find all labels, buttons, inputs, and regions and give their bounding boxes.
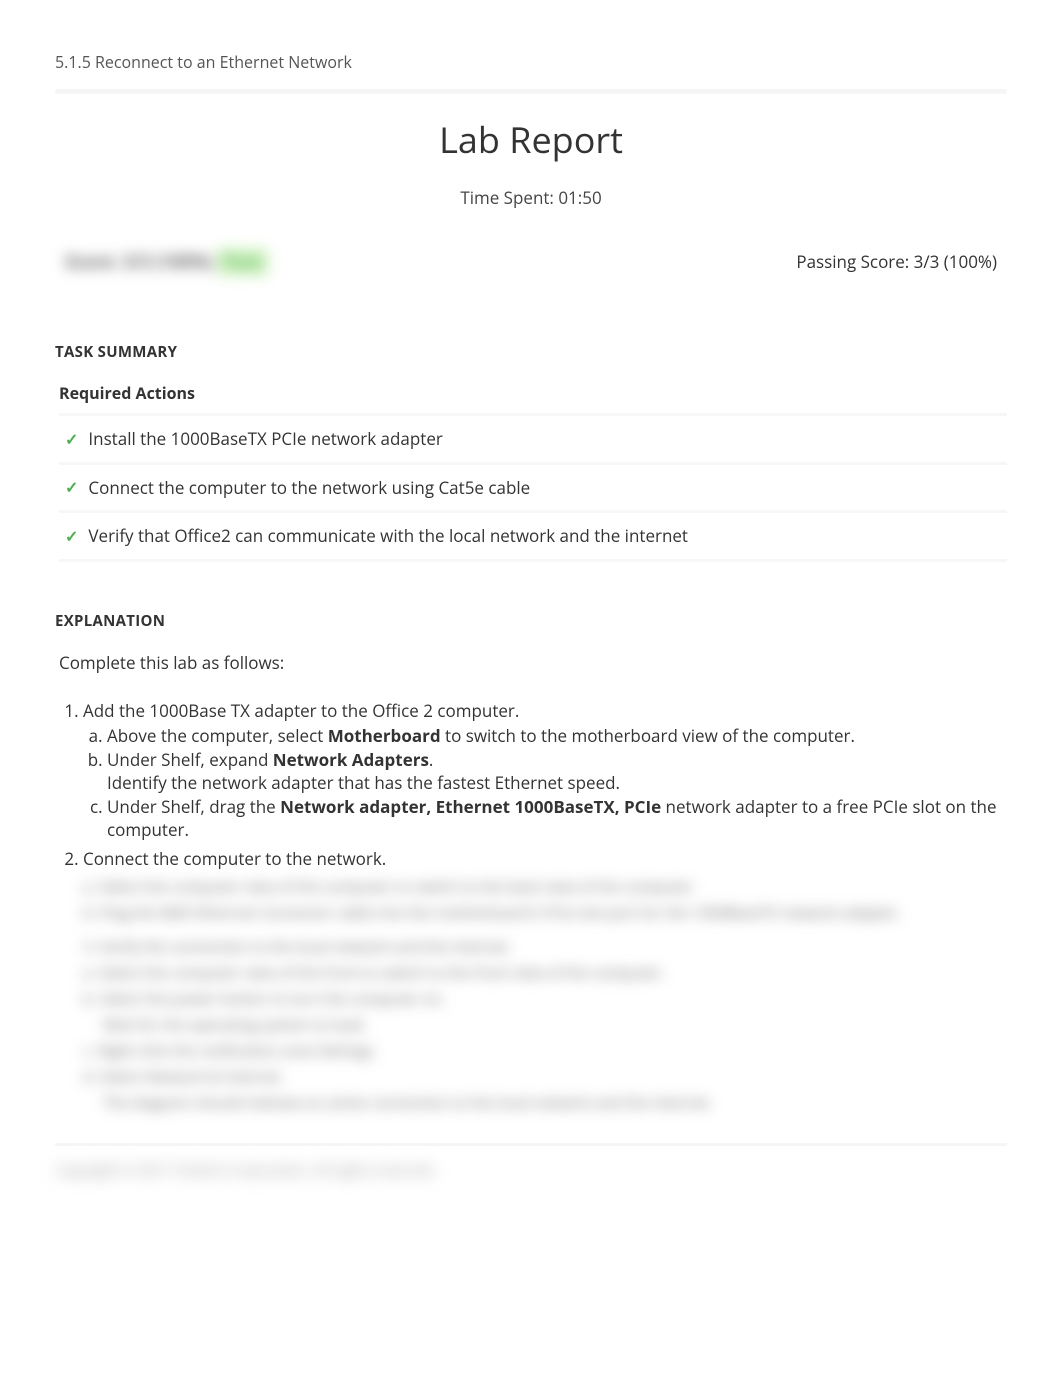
- step-1-substeps: Above the computer, select Motherboard t…: [83, 725, 1007, 842]
- footer-divider: [55, 1143, 1007, 1146]
- time-spent: Time Spent: 01:50: [55, 185, 1007, 211]
- score-hidden: Score: 3/3 (100%) Pass: [65, 249, 268, 276]
- explanation-steps: Add the 1000Base TX adapter to the Offic…: [55, 698, 1007, 872]
- task-list: ✓ Install the 1000BaseTX PCIe network ad…: [55, 413, 1007, 562]
- task-text: Install the 1000BaseTX PCIe network adap…: [88, 426, 442, 452]
- explanation-header: EXPLANATION: [55, 610, 1007, 633]
- substep: Under Shelf, expand Network Adapters. Id…: [107, 749, 1007, 795]
- divider: [55, 89, 1007, 93]
- task-text: Connect the computer to the network usin…: [88, 475, 530, 501]
- required-actions-header: Required Actions: [55, 381, 1007, 405]
- score-row: Score: 3/3 (100%) Pass Passing Score: 3/…: [55, 249, 1007, 276]
- substep: Under Shelf, drag the Network adapter, E…: [107, 796, 1007, 842]
- passing-score: Passing Score: 3/3 (100%): [796, 249, 997, 275]
- page-title: Lab Report: [55, 113, 1007, 167]
- blurred-content: a. Select the computer view of the compu…: [55, 875, 1007, 1115]
- task-item: ✓ Install the 1000BaseTX PCIe network ad…: [59, 413, 1007, 465]
- check-icon: ✓: [65, 427, 78, 451]
- task-item: ✓ Connect the computer to the network us…: [59, 465, 1007, 514]
- task-item: ✓ Verify that Office2 can communicate wi…: [59, 513, 1007, 562]
- step-2: Connect the computer to the network.: [83, 846, 1007, 872]
- footer-copyright: Copyright © 2021 TestOut Corporation. Al…: [55, 1160, 1007, 1181]
- check-icon: ✓: [65, 475, 78, 499]
- task-text: Verify that Office2 can communicate with…: [88, 523, 688, 549]
- step-1: Add the 1000Base TX adapter to the Offic…: [83, 698, 1007, 842]
- substep: Above the computer, select Motherboard t…: [107, 725, 1007, 748]
- task-summary-header: TASK SUMMARY: [55, 341, 1007, 364]
- breadcrumb: 5.1.5 Reconnect to an Ethernet Network: [55, 50, 1007, 74]
- explanation-intro: Complete this lab as follows:: [55, 650, 1007, 676]
- check-icon: ✓: [65, 524, 78, 548]
